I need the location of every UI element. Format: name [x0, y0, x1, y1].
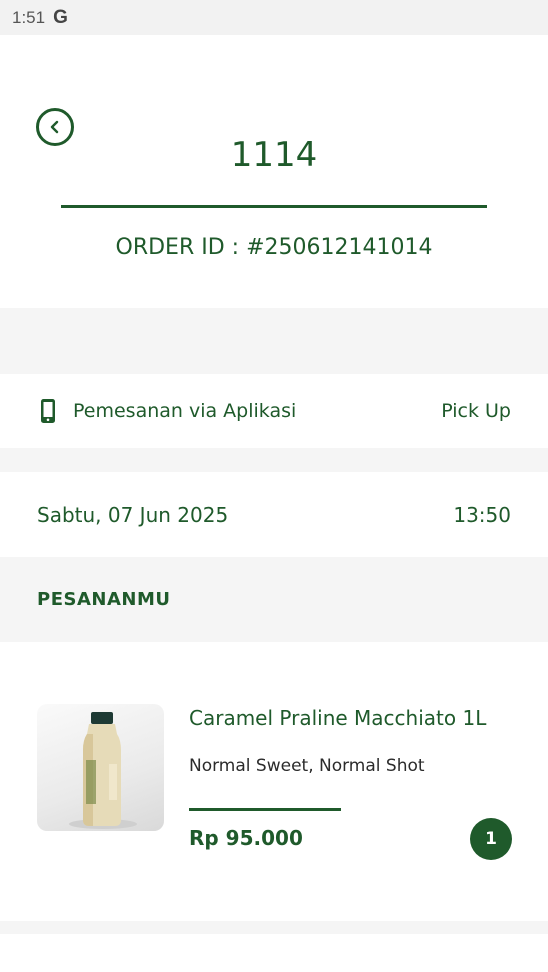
- spacer: [0, 448, 548, 472]
- order-type: Pick Up: [441, 400, 511, 422]
- divider: [61, 205, 487, 208]
- google-icon: G: [53, 6, 68, 28]
- order-header: 1114 ORDER ID : #250612141014: [0, 35, 548, 308]
- order-time: 13:50: [453, 502, 511, 527]
- quantity-badge: 1: [470, 818, 512, 860]
- product-options: Normal Sweet, Normal Shot: [189, 756, 425, 776]
- next-section: [0, 934, 548, 972]
- section-header: PESANANMU: [0, 557, 548, 642]
- order-item: Caramel Praline Macchiato 1L Normal Swee…: [0, 642, 548, 921]
- status-bar: 1:51 G: [0, 0, 548, 35]
- chevron-left-icon: [50, 120, 59, 134]
- spacer: [0, 308, 548, 374]
- product-name: Caramel Praline Macchiato 1L: [189, 706, 487, 730]
- queue-number: 1114: [230, 135, 318, 175]
- order-method-label: Pemesanan via Aplikasi: [73, 400, 297, 422]
- order-id: ORDER ID : #250612141014: [115, 235, 433, 260]
- spacer: [0, 921, 548, 934]
- order-method-row: Pemesanan via Aplikasi Pick Up: [0, 374, 548, 448]
- product-image: [37, 704, 164, 831]
- product-price: Rp 95.000: [189, 826, 303, 850]
- status-time: 1:51: [12, 7, 46, 27]
- section-title: PESANANMU: [37, 589, 171, 610]
- order-datetime-row: Sabtu, 07 Jun 2025 13:50: [0, 472, 548, 557]
- order-date: Sabtu, 07 Jun 2025: [37, 502, 229, 527]
- divider: [189, 808, 341, 811]
- phone-icon: [37, 398, 59, 424]
